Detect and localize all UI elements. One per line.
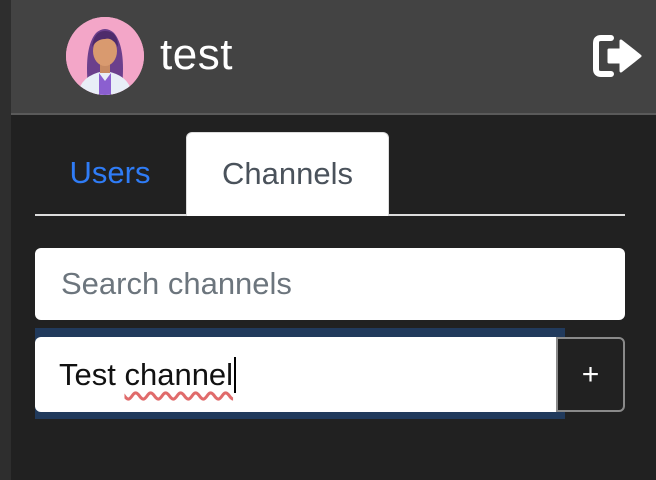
text-caret [234,356,237,393]
search-field [35,248,625,320]
female-user-avatar-icon [66,17,144,95]
username: test [160,30,233,79]
add-channel-button[interactable]: + [556,337,625,412]
user-header: test [11,0,656,115]
sign-out-icon [593,35,642,77]
new-channel-value-part1: Test [59,356,125,392]
tab-users[interactable]: Users [35,132,185,214]
chat-sidebar: test Users Channels Test channel + [0,0,656,480]
new-channel-input[interactable]: Test channel [35,337,556,412]
tab-channels[interactable]: Channels [186,132,389,216]
tab-bar: Users Channels [35,132,625,216]
sign-out-button[interactable] [593,34,643,78]
avatar[interactable] [66,17,144,95]
left-edge [0,0,11,480]
search-input[interactable] [59,265,601,303]
new-channel-value-part2: channel [124,356,234,392]
